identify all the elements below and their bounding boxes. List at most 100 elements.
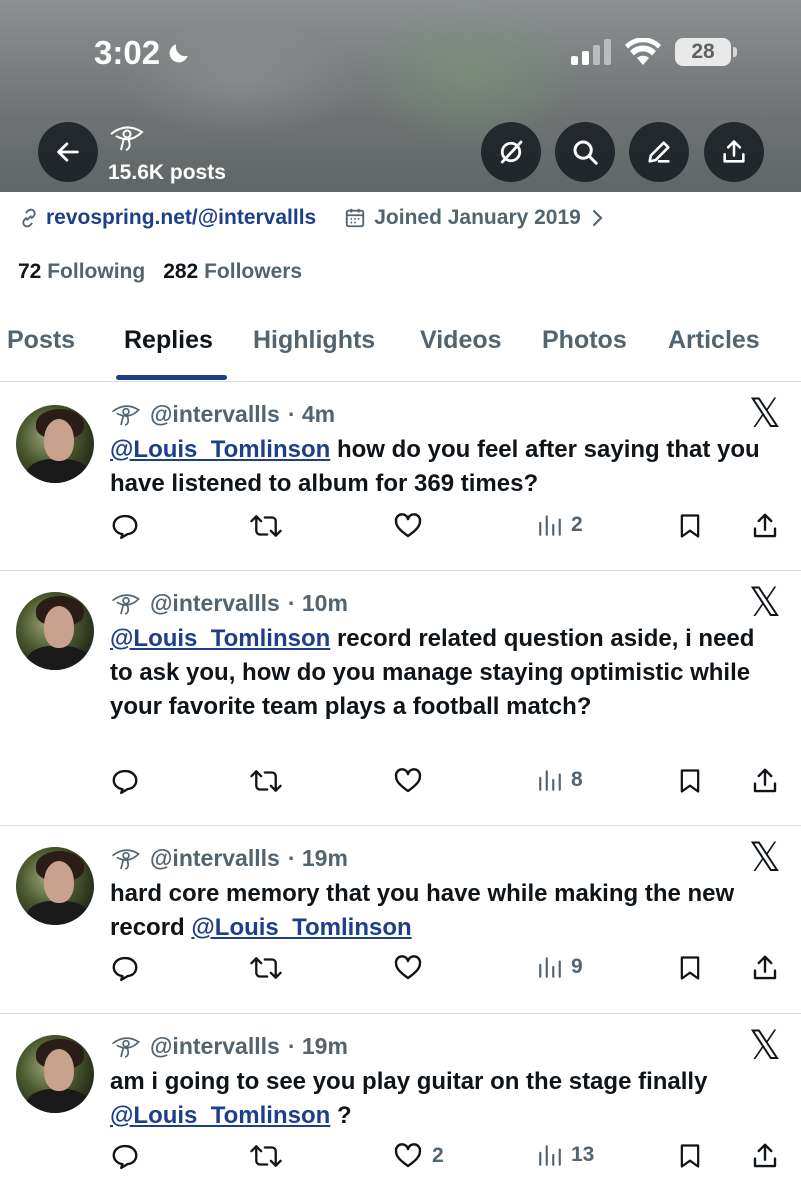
reply-button[interactable] — [110, 766, 140, 796]
reply-icon — [112, 514, 138, 540]
heart-icon — [394, 955, 422, 980]
back-button[interactable] — [38, 122, 98, 182]
joined-date[interactable]: Joined January 2019 — [344, 206, 605, 230]
mention-link[interactable]: @Louis_Tomlinson — [110, 625, 330, 652]
post-body: am i going to see you play guitar on the… — [110, 1068, 708, 1095]
tab-videos[interactable]: Videos — [420, 326, 502, 355]
avatar[interactable] — [16, 592, 94, 670]
like-button[interactable]: 2 — [392, 1141, 444, 1171]
website-link[interactable]: revospring.net/@intervallls — [18, 206, 316, 230]
reply-button[interactable] — [110, 511, 140, 541]
status-bar-right: 28 — [571, 38, 737, 66]
post-item[interactable]: @intervallls · 19m 𝕏 hard core memory th… — [0, 827, 801, 1014]
arrow-left-icon — [57, 142, 79, 162]
post-item[interactable]: @intervallls · 10m 𝕏 @Louis_Tomlinson re… — [0, 572, 801, 826]
followers-label: Followers — [204, 260, 303, 283]
share-post-button[interactable] — [750, 953, 780, 983]
tab-articles[interactable]: Articles — [668, 326, 760, 355]
reply-icon — [112, 769, 138, 795]
mention-link[interactable]: @Louis_Tomlinson — [110, 1102, 330, 1129]
reply-button[interactable] — [110, 953, 140, 983]
following-stat[interactable]: 72 Following — [18, 260, 145, 284]
calendar-icon — [346, 208, 365, 228]
moon-icon — [169, 44, 188, 63]
post-text: @Louis_Tomlinson how do you feel after s… — [110, 433, 782, 501]
edit-button[interactable] — [629, 122, 689, 182]
bookmark-icon — [680, 769, 700, 793]
post-header: @intervallls · 19m — [110, 1033, 348, 1060]
analytics-icon — [539, 957, 561, 978]
eye-of-horus-icon — [112, 593, 140, 615]
share-icon — [753, 513, 777, 538]
heart-icon — [394, 513, 422, 538]
repost-button[interactable] — [249, 1141, 283, 1171]
follow-stats: 72 Following 282 Followers — [18, 260, 302, 284]
bookmark-button[interactable] — [676, 766, 704, 796]
like-count: 2 — [432, 1144, 444, 1167]
mention-link[interactable]: @Louis_Tomlinson — [110, 436, 330, 463]
share-post-button[interactable] — [750, 511, 780, 541]
following-label: Following — [47, 260, 146, 283]
battery-level: 28 — [691, 40, 715, 63]
like-button[interactable] — [392, 766, 432, 796]
profile-mini-info: 15.6K posts — [108, 124, 226, 185]
views-button[interactable]: 8 — [537, 766, 583, 794]
active-tab-indicator — [116, 375, 227, 380]
link-icon — [22, 208, 36, 228]
tab-posts[interactable]: Posts — [7, 326, 75, 355]
search-button[interactable] — [555, 122, 615, 182]
website-text[interactable]: revospring.net/@intervallls — [46, 206, 316, 230]
share-post-button[interactable] — [750, 1141, 780, 1171]
profile-meta-row: revospring.net/@intervallls Joined Janua… — [18, 206, 605, 230]
x-logo-icon: 𝕏 — [748, 836, 781, 880]
repost-icon — [250, 770, 282, 792]
repost-button[interactable] — [249, 953, 283, 983]
like-button[interactable] — [392, 511, 432, 541]
post-handle[interactable]: @intervallls — [150, 401, 280, 428]
bookmark-button[interactable] — [676, 511, 704, 541]
mention-link[interactable]: @Louis_Tomlinson — [191, 914, 411, 941]
tab-photos[interactable]: Photos — [542, 326, 627, 355]
post-text: hard core memory that you have while mak… — [110, 877, 782, 945]
post-header: @intervallls · 4m — [110, 401, 335, 428]
post-actions: 9 — [0, 953, 801, 993]
bookmark-button[interactable] — [676, 1141, 704, 1171]
grok-button[interactable] — [481, 122, 541, 182]
avatar[interactable] — [16, 405, 94, 483]
post-header: @intervallls · 10m — [110, 590, 348, 617]
x-logo-icon: 𝕏 — [748, 581, 781, 625]
post-time: · 4m — [287, 401, 336, 427]
post-handle[interactable]: @intervallls — [150, 590, 280, 617]
post-actions: 2 13 — [0, 1141, 801, 1181]
followers-stat[interactable]: 282 Followers — [163, 260, 302, 284]
share-post-button[interactable] — [750, 766, 780, 796]
share-button[interactable] — [704, 122, 764, 182]
like-button[interactable] — [392, 953, 432, 983]
post-body-end: ? — [330, 1102, 352, 1129]
post-handle[interactable]: @intervallls — [150, 1033, 280, 1060]
search-icon — [573, 140, 598, 165]
repost-button[interactable] — [249, 511, 283, 541]
reply-button[interactable] — [110, 1141, 140, 1171]
view-count: 8 — [571, 768, 583, 791]
avatar[interactable] — [16, 847, 94, 925]
views-button[interactable]: 9 — [537, 953, 583, 981]
views-button[interactable]: 13 — [537, 1141, 594, 1169]
tab-replies[interactable]: Replies — [124, 326, 213, 355]
post-item[interactable]: @intervallls · 4m 𝕏 @Louis_Tomlinson how… — [0, 383, 801, 571]
tab-highlights[interactable]: Highlights — [253, 326, 375, 355]
post-header: @intervallls · 19m — [110, 845, 348, 872]
post-item[interactable]: @intervallls · 19m 𝕏 am i going to see y… — [0, 1015, 801, 1200]
followers-count: 282 — [163, 260, 199, 283]
eye-of-horus-icon — [112, 404, 140, 426]
repost-icon — [250, 957, 282, 979]
following-count: 72 — [18, 260, 42, 283]
avatar[interactable] — [16, 1035, 94, 1113]
post-handle[interactable]: @intervallls — [150, 845, 280, 872]
eye-of-horus-icon — [112, 1036, 140, 1058]
share-icon — [723, 140, 745, 163]
views-button[interactable]: 2 — [537, 511, 583, 539]
repost-button[interactable] — [249, 766, 283, 796]
bookmark-button[interactable] — [676, 953, 704, 983]
bookmark-icon — [680, 1144, 700, 1168]
